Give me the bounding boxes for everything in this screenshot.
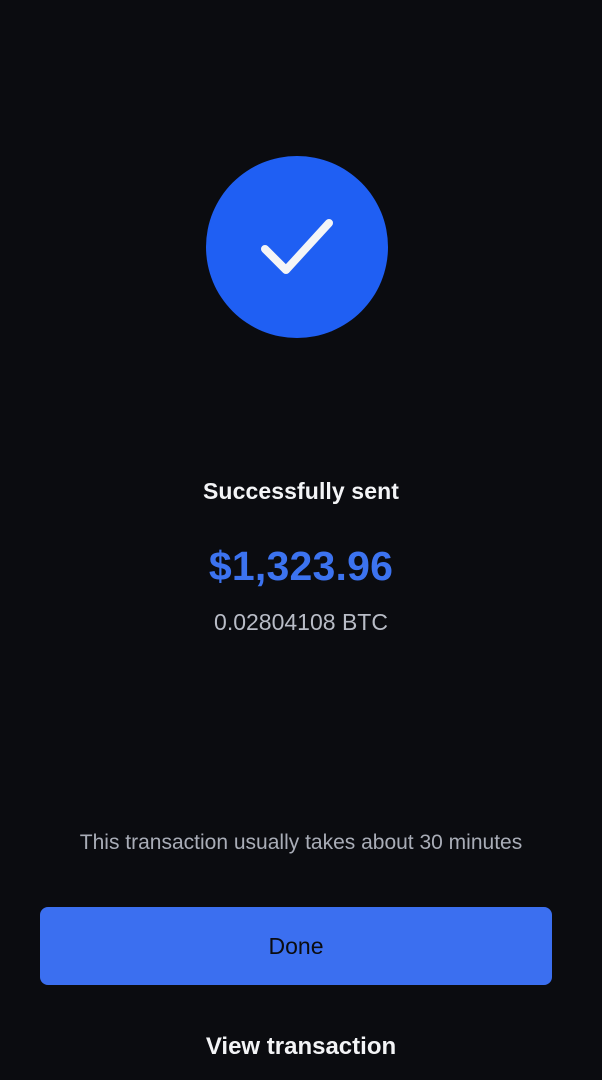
success-badge	[206, 156, 388, 338]
done-button[interactable]: Done	[40, 907, 552, 985]
success-title: Successfully sent	[202, 478, 399, 504]
send-success-screen: Successfully sent $1,323.96 0.02804108 B…	[0, 0, 602, 1080]
transaction-time-note: This transaction usually takes about 30 …	[79, 831, 523, 854]
checkmark-icon	[261, 219, 333, 274]
crypto-amount: 0.02804108 BTC	[214, 609, 388, 635]
view-transaction-link[interactable]: View transaction	[0, 1033, 602, 1061]
fiat-amount: $1,323.96	[208, 543, 394, 589]
